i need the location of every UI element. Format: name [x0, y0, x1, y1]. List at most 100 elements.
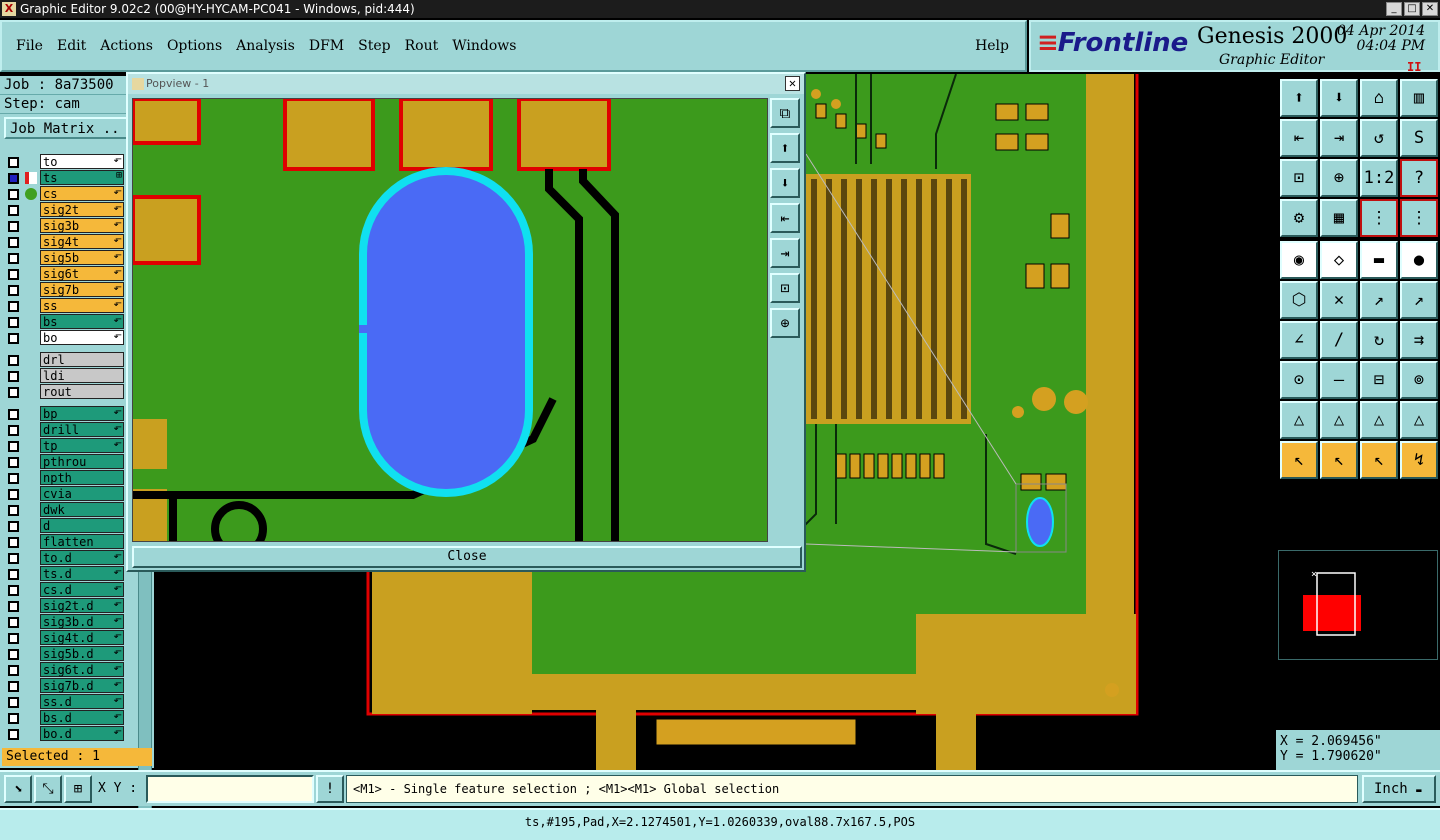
layer-arrow-icon[interactable]: ⬐ [114, 550, 122, 561]
layer-checkbox[interactable] [8, 617, 19, 628]
layer-arrow-icon[interactable]: ⬐ [114, 250, 122, 261]
layer-row-sig2t[interactable]: sig2t ⬐ [4, 202, 124, 218]
window-close-button[interactable]: ✕ [1422, 2, 1438, 16]
layer-row-cs[interactable]: cs ⬐ [4, 186, 124, 202]
tool-button-icon[interactable]: ● [1400, 241, 1438, 279]
layer-name[interactable]: cvia [40, 486, 124, 501]
layer-checkbox[interactable] [8, 569, 19, 580]
layer-arrow-icon[interactable]: ⬐ [114, 298, 122, 309]
layer-name[interactable]: npth [40, 470, 124, 485]
layer-checkbox[interactable] [8, 585, 19, 596]
layer-row-bs-d[interactable]: bs.d ⬐ [4, 710, 124, 726]
layer-row-sig3b-d[interactable]: sig3b.d ⬐ [4, 614, 124, 630]
layer-name[interactable]: ss [40, 298, 124, 313]
tool-button-icon[interactable]: ? [1400, 159, 1438, 197]
layer-arrow-icon[interactable]: ⬐ [114, 422, 122, 433]
layer-row-d[interactable]: d [4, 518, 124, 534]
popview-tool-icon[interactable]: ⇤ [770, 203, 800, 233]
xy-input[interactable] [146, 775, 314, 803]
layer-name[interactable]: sig4t.d [40, 630, 124, 645]
exclamation-button[interactable]: ! [316, 775, 344, 803]
layer-checkbox[interactable] [8, 489, 19, 500]
layer-arrow-icon[interactable]: ⬐ [114, 330, 122, 341]
layer-checkbox[interactable] [8, 387, 19, 398]
layer-checkbox[interactable] [8, 505, 19, 516]
layer-row-bs[interactable]: bs ⬐ [4, 314, 124, 330]
layer-checkbox[interactable] [8, 221, 19, 232]
layer-arrow-icon[interactable]: ⬐ [114, 282, 122, 293]
tool-button-icon[interactable]: ⬡ [1280, 281, 1318, 319]
tool-button-icon[interactable]: △ [1280, 401, 1318, 439]
popview-tool-icon[interactable]: ⇥ [770, 238, 800, 268]
layer-row-sig5b[interactable]: sig5b ⬐ [4, 250, 124, 266]
menu-rout[interactable]: Rout [405, 38, 439, 54]
menu-actions[interactable]: Actions [100, 38, 153, 54]
layer-arrow-icon[interactable]: ⬐ [114, 598, 122, 609]
tool-button-icon[interactable]: / [1320, 321, 1358, 359]
tool-button-icon[interactable]: △ [1320, 401, 1358, 439]
layer-name[interactable]: bo [40, 330, 124, 345]
menu-file[interactable]: File [16, 38, 43, 54]
tool-button-icon[interactable]: ↖ [1360, 441, 1398, 479]
layer-name[interactable]: ts.d [40, 566, 124, 581]
tool-button-icon[interactable]: ⬆ [1280, 79, 1318, 117]
layer-arrow-icon[interactable]: ⬐ [114, 710, 122, 721]
layer-checkbox[interactable] [8, 189, 19, 200]
tool-button-icon[interactable]: ⇤ [1280, 119, 1318, 157]
layer-arrow-icon[interactable]: ⬐ [114, 662, 122, 673]
tool-button-icon[interactable]: ⇥ [1320, 119, 1358, 157]
layer-checkbox[interactable] [8, 473, 19, 484]
layer-arrow-icon[interactable]: ⬐ [114, 266, 122, 277]
layer-arrow-icon[interactable]: ⊞ [116, 170, 122, 181]
menu-options[interactable]: Options [167, 38, 222, 54]
layer-arrow-icon[interactable]: ⬐ [114, 678, 122, 689]
layer-checkbox[interactable] [8, 269, 19, 280]
tool-button-icon[interactable]: ⚙ [1280, 199, 1318, 237]
layer-row-sig3b[interactable]: sig3b ⬐ [4, 218, 124, 234]
layer-checkbox[interactable] [8, 253, 19, 264]
tool-button-icon[interactable]: ∠ [1280, 321, 1318, 359]
tool-button-icon[interactable]: ↗ [1360, 281, 1398, 319]
layer-checkbox[interactable] [8, 157, 19, 168]
tool-button-icon[interactable]: ◉ [1280, 241, 1318, 279]
tool-button-icon[interactable]: ⊙ [1280, 361, 1318, 399]
tool-button-icon[interactable]: ↺ [1360, 119, 1398, 157]
overview-map[interactable]: × [1278, 550, 1438, 660]
tool-button-icon[interactable]: — [1320, 361, 1358, 399]
measure-button[interactable]: ⤡ [34, 775, 62, 803]
layer-checkbox[interactable] [8, 553, 19, 564]
layer-row-to-d[interactable]: to.d ⬐ [4, 550, 124, 566]
overview-graphics[interactable]: × [1279, 551, 1437, 659]
layer-checkbox[interactable] [8, 237, 19, 248]
layer-name[interactable]: sig2t.d [40, 598, 124, 613]
layer-arrow-icon[interactable]: ⬐ [114, 154, 122, 165]
layer-row-sig6t[interactable]: sig6t ⬐ [4, 266, 124, 282]
tool-button-icon[interactable]: ↖ [1320, 441, 1358, 479]
layer-checkbox[interactable] [8, 521, 19, 532]
layer-arrow-icon[interactable]: ⬐ [114, 218, 122, 229]
tool-button-icon[interactable]: ⇉ [1400, 321, 1438, 359]
tool-button-icon[interactable]: ⊟ [1360, 361, 1398, 399]
tool-button-icon[interactable]: ↯ [1400, 441, 1438, 479]
tool-button-icon[interactable]: ▥ [1400, 79, 1438, 117]
layer-name[interactable]: cs [40, 186, 124, 201]
layer-row-ss[interactable]: ss ⬐ [4, 298, 124, 314]
layer-name[interactable]: sig4t [40, 234, 124, 249]
layer-name[interactable]: to.d [40, 550, 124, 565]
layer-arrow-icon[interactable]: ⬐ [114, 726, 122, 737]
layer-row-ts[interactable]: ts ⊞ [4, 170, 124, 186]
layer-checkbox[interactable] [8, 425, 19, 436]
popview-tool-icon[interactable]: ⊕ [770, 308, 800, 338]
tool-button-icon[interactable]: S [1400, 119, 1438, 157]
layer-row-tp[interactable]: tp ⬐ [4, 438, 124, 454]
layer-arrow-icon[interactable]: ⬐ [114, 614, 122, 625]
layer-checkbox[interactable] [8, 409, 19, 420]
layer-name[interactable]: flatten [40, 534, 124, 549]
layer-row-sig6t-d[interactable]: sig6t.d ⬐ [4, 662, 124, 678]
layer-row-bp[interactable]: bp ⬐ [4, 406, 124, 422]
layer-checkbox[interactable] [8, 355, 19, 366]
menu-windows[interactable]: Windows [452, 38, 516, 54]
layer-row-sig7b-d[interactable]: sig7b.d ⬐ [4, 678, 124, 694]
layer-row-ldi[interactable]: ldi [4, 368, 124, 384]
tool-button-icon[interactable]: ⋮ [1400, 199, 1438, 237]
